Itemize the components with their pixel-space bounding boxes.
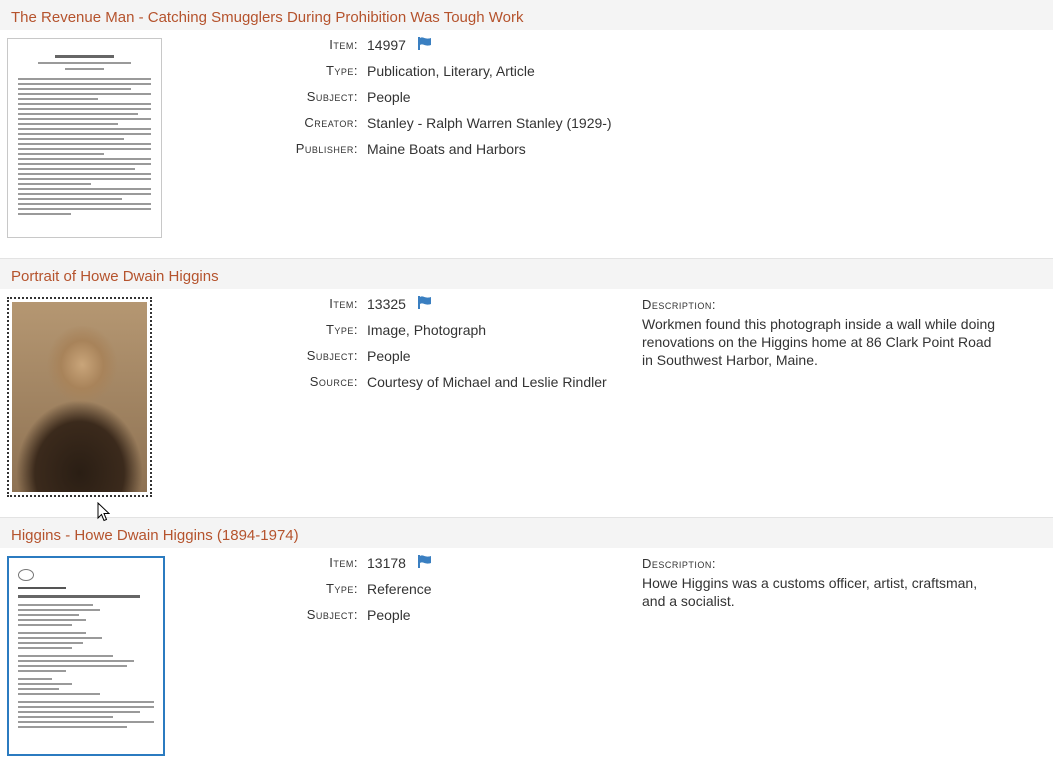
description-text: Howe Higgins was a customs officer, arti…	[642, 575, 978, 609]
field-label: Type:	[325, 322, 358, 337]
item-card: Portrait of Howe Dwain Higgins Item: 133…	[0, 259, 1053, 518]
field-value: People	[367, 348, 411, 364]
item-number: 13178	[367, 555, 406, 571]
item-fields: Item: 14997 Type: Publication, Literary,…	[250, 32, 612, 162]
field-value: Reference	[367, 581, 432, 597]
field-label: Publisher:	[295, 141, 358, 156]
field-label: Subject:	[306, 607, 358, 622]
field-value: Image, Photograph	[367, 322, 487, 338]
item-description: Description: Workmen found this photogra…	[642, 297, 1002, 369]
field-type: Type: Image, Photograph	[250, 317, 607, 343]
flag-icon[interactable]	[417, 291, 432, 317]
document-thumbnail[interactable]	[7, 38, 162, 238]
item-title-link[interactable]: Portrait of Howe Dwain Higgins	[0, 259, 1053, 289]
field-value: Maine Boats and Harbors	[367, 141, 526, 157]
document-thumbnail[interactable]	[7, 556, 165, 756]
portrait-photo	[12, 302, 147, 492]
field-label: Type:	[325, 581, 358, 596]
item-card: The Revenue Man - Catching Smugglers Dur…	[0, 0, 1053, 259]
mouse-pointer-icon	[97, 501, 111, 525]
field-subject: Subject: People	[250, 602, 432, 628]
field-item: Item: 13178	[250, 550, 432, 576]
item-number: 14997	[367, 37, 406, 53]
field-value: Courtesy of Michael and Leslie Rindler	[367, 374, 607, 390]
description-label: Description:	[642, 297, 717, 312]
field-subject: Subject: People	[250, 84, 612, 110]
item-number: 13325	[367, 296, 406, 312]
field-label: Subject:	[306, 89, 358, 104]
field-value: Publication, Literary, Article	[367, 63, 535, 79]
field-type: Type: Publication, Literary, Article	[250, 58, 612, 84]
item-title-link[interactable]: Higgins - Howe Dwain Higgins (1894-1974)	[0, 518, 1053, 548]
field-value: Stanley - Ralph Warren Stanley (1929-)	[367, 115, 612, 131]
flag-icon[interactable]	[417, 550, 432, 576]
field-source: Source: Courtesy of Michael and Leslie R…	[250, 369, 607, 395]
item-description: Description: Howe Higgins was a customs …	[642, 556, 1002, 610]
item-title-link[interactable]: The Revenue Man - Catching Smugglers Dur…	[0, 0, 1053, 30]
field-value: People	[367, 89, 411, 105]
item-fields: Item: 13325 Type: Image, Photograph Subj…	[250, 291, 607, 395]
field-type: Type: Reference	[250, 576, 432, 602]
item-fields: Item: 13178 Type: Reference Subject: Peo…	[250, 550, 432, 628]
field-label: Item:	[329, 555, 358, 570]
field-publisher: Publisher: Maine Boats and Harbors	[250, 136, 612, 162]
field-label: Item:	[329, 37, 358, 52]
description-label: Description:	[642, 556, 717, 571]
field-label: Subject:	[306, 348, 358, 363]
field-label: Source:	[309, 374, 358, 389]
field-value: People	[367, 607, 411, 623]
field-subject: Subject: People	[250, 343, 607, 369]
field-item: Item: 14997	[250, 32, 612, 58]
field-label: Item:	[329, 296, 358, 311]
field-label: Type:	[325, 63, 358, 78]
flag-icon[interactable]	[417, 32, 432, 58]
field-creator: Creator: Stanley - Ralph Warren Stanley …	[250, 110, 612, 136]
description-text: Workmen found this photograph inside a w…	[642, 316, 996, 368]
field-label: Creator:	[304, 115, 358, 130]
portrait-photo-thumbnail[interactable]	[7, 297, 152, 497]
field-item: Item: 13325	[250, 291, 607, 317]
